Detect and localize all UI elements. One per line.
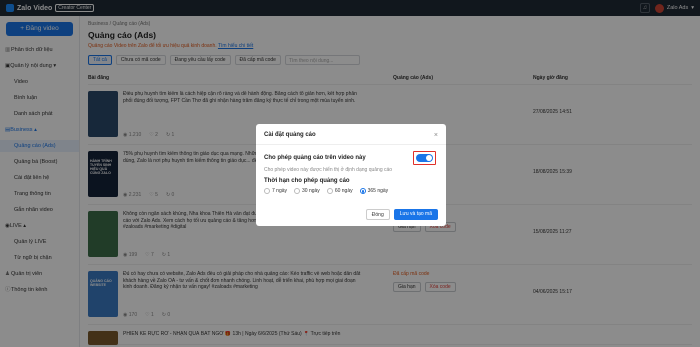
highlight-box	[413, 151, 436, 165]
dialog-title: Cài đặt quảng cáo	[264, 132, 316, 138]
duration-options: 7 ngày 30 ngày 60 ngày 365 ngày	[264, 188, 438, 194]
allow-ads-label: Cho phép quảng cáo trên video này	[264, 155, 366, 161]
duration-option-7[interactable]: 7 ngày	[264, 188, 287, 194]
allow-ads-toggle[interactable]	[416, 154, 433, 162]
toggle-knob	[426, 155, 432, 161]
duration-title: Thời hạn cho phép quảng cáo	[264, 178, 350, 184]
duration-option-365[interactable]: 365 ngày	[359, 188, 388, 194]
radio-selected[interactable]	[359, 188, 366, 194]
close-button[interactable]: Đóng	[365, 209, 390, 220]
radio[interactable]	[326, 188, 333, 194]
duration-option-30[interactable]: 30 ngày	[294, 188, 320, 194]
close-icon[interactable]: ×	[434, 132, 438, 139]
ad-settings-dialog: Cài đặt quảng cáo × Cho phép quảng cáo t…	[256, 124, 446, 226]
duration-option-60[interactable]: 60 ngày	[326, 188, 353, 194]
divider	[256, 144, 446, 145]
radio[interactable]	[294, 188, 301, 194]
radio[interactable]	[264, 188, 270, 194]
save-and-create-code-button[interactable]: Lưu và tạo mã	[393, 209, 438, 220]
allow-ads-help: Cho phép video này được hiển thị ở định …	[264, 167, 393, 173]
